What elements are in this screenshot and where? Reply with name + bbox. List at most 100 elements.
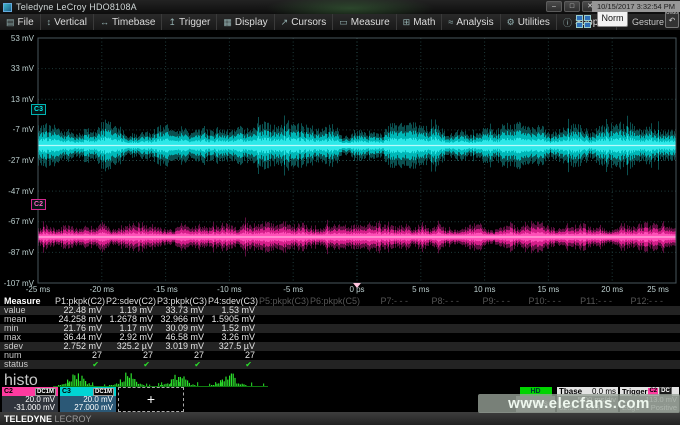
param-header[interactable]: P2:sdev(C2) [106, 296, 157, 306]
add-channel-button[interactable]: + [118, 387, 184, 412]
watermark: www.elecfans.com [478, 394, 680, 413]
y-tick-label: 33 mV [0, 64, 34, 73]
title-bar: Teledyne LeCroy HDO8108A – □ ✕ [0, 0, 680, 14]
menu-item-label: Measure [351, 17, 390, 28]
horizontal-arrows-icon: ↔ [100, 17, 109, 27]
y-tick-label: -47 mV [0, 187, 34, 196]
histogram-row: histo [0, 369, 680, 388]
x-tick-label: 25 ms [638, 285, 678, 294]
param-header: P10:- - - [514, 296, 565, 306]
x-tick-label: 10 ms [465, 285, 505, 294]
measure-table: MeasureP1:pkpk(C2)P2:sdev(C2)P3:pkpk(C3)… [0, 296, 680, 369]
x-tick-label: 15 ms [528, 285, 568, 294]
measure-cell: 27 [157, 351, 208, 360]
trigger-arrow-icon: ↥ [168, 17, 176, 28]
graticule [0, 31, 680, 296]
y-tick-label: -7 mV [0, 125, 34, 134]
window-title: Teledyne LeCroy HDO8108A [16, 2, 137, 12]
channel-c2-position-marker[interactable]: C2 [31, 199, 46, 210]
grid-layout-icon[interactable] [576, 15, 592, 29]
menu-item-timebase[interactable]: ↔Timebase [94, 14, 163, 30]
menu-item-utilities[interactable]: ⚙Utilities [501, 14, 557, 30]
measure-cell: 327.5 µV [208, 342, 259, 351]
x-tick-label: -10 ms [209, 285, 249, 294]
param-header[interactable]: P1:pkpk(C2) [55, 296, 106, 306]
measure-cell: 3.019 mV [157, 342, 208, 351]
measure-row-num: num27272727 [0, 351, 680, 360]
measure-histograms [50, 369, 280, 388]
status-bar: TELEDYNE LECROY [0, 412, 680, 425]
menu-item-measure[interactable]: ▭Measure [333, 14, 396, 30]
menu-item-trigger[interactable]: ↥Trigger [162, 14, 217, 30]
menu-item-cursors[interactable]: ↗Cursors [275, 14, 334, 30]
menu-item-label: Math [413, 17, 435, 28]
menu-item-analysis[interactable]: ≈Analysis [442, 14, 500, 30]
x-tick-label: 5 ms [401, 285, 441, 294]
measure-cell: 2.752 mV [55, 342, 106, 351]
measure-cell: 325.2 µV [106, 342, 157, 351]
x-tick-label: -25 ms [18, 285, 58, 294]
measure-cell: 22.48 mV [55, 306, 106, 315]
support-icon: ⓘ [563, 16, 572, 29]
measure-cell: 3.26 mV [208, 333, 259, 342]
param-header[interactable]: P4:sdev(C3) [208, 296, 259, 306]
maximize-button[interactable]: □ [564, 1, 580, 12]
measure-cell: 30.09 mV [157, 324, 208, 333]
measure-cell: 32.966 mV [157, 315, 208, 324]
channel-c2-descriptor[interactable]: C2 DC1M 20.0 mV -31.000 mV [2, 387, 58, 412]
measure-cell: 27 [55, 351, 106, 360]
oscilloscope-screen: Teledyne LeCroy HDO8108A – □ ✕ ▤File↕Ver… [0, 0, 680, 425]
measure-cell: 1.5905 mV [208, 315, 259, 324]
param-header: P9:- - - [463, 296, 514, 306]
y-tick-label: -87 mV [0, 248, 34, 257]
c2-label: C2 [4, 388, 13, 395]
menu-item-label: File [18, 17, 34, 28]
display-icon: ▦ [223, 17, 232, 28]
datetime-display: 10/15/2017 3:32:54 PM [592, 1, 680, 12]
measure-cell: 1.19 mV [106, 306, 157, 315]
measure-cell: 46.58 mV [157, 333, 208, 342]
measure-cell: 2.92 mV [106, 333, 157, 342]
menu-item-file[interactable]: ▤File [0, 14, 41, 30]
menu-item-vertical[interactable]: ↕Vertical [41, 14, 94, 30]
waveform-display[interactable] [0, 31, 680, 296]
menu-item-display[interactable]: ▦Display [217, 14, 274, 30]
measure-cell: 1.53 mV [208, 306, 259, 315]
brand-lecroy: LECROY [55, 414, 92, 424]
measure-icon: ▭ [339, 17, 348, 28]
status-check-icon: ✔ [55, 360, 106, 369]
c3-label: C3 [62, 388, 71, 395]
measure-cell: 1.17 mV [106, 324, 157, 333]
undo-icon: ↶ [666, 16, 678, 25]
measure-header-row: MeasureP1:pkpk(C2)P2:sdev(C2)P3:pkpk(C3)… [0, 296, 680, 306]
measure-row-mean: mean24.258 mV1.2678 mV32.966 mV1.5905 mV [0, 315, 680, 324]
channel-c3-position-marker[interactable]: C3 [31, 104, 46, 115]
trigger-time-marker[interactable] [353, 283, 361, 288]
vertical-arrows-icon: ↕ [47, 17, 52, 27]
c3-offset: 27.000 mV [63, 404, 113, 412]
y-tick-label: 53 mV [0, 34, 34, 43]
measure-cell: 33.73 mV [157, 306, 208, 315]
param-header[interactable]: P3:pkpk(C3) [157, 296, 208, 306]
y-tick-label: -27 mV [0, 156, 34, 165]
minimize-button[interactable]: – [546, 1, 562, 12]
measure-row-status: status✔✔✔✔ [0, 360, 680, 369]
utilities-icon: ⚙ [507, 17, 515, 28]
window-buttons: – □ ✕ [546, 1, 598, 12]
c2-offset: -31.000 mV [5, 404, 55, 412]
measure-row-min: min21.76 mV1.17 mV30.09 mV1.52 mV [0, 324, 680, 333]
channel-c3-descriptor[interactable]: C3 DC1M 20.0 mV 27.000 mV [60, 387, 116, 412]
menu-item-math[interactable]: ⊞Math [397, 14, 443, 30]
measure-cell: 27 [106, 351, 157, 360]
param-header: P5:pkpk(C3) [259, 296, 310, 306]
x-tick-label: 20 ms [592, 285, 632, 294]
measure-row-max: max36.44 mV2.92 mV46.58 mV3.26 mV [0, 333, 680, 342]
gesture-label[interactable]: Gesture [632, 17, 664, 27]
param-header: P7:- - - [361, 296, 412, 306]
measure-row-sdev: sdev2.752 mV325.2 µV3.019 mV327.5 µV [0, 342, 680, 351]
measure-cell: 24.258 mV [55, 315, 106, 324]
menu-item-label: Display [235, 17, 268, 28]
x-tick-label: -20 ms [82, 285, 122, 294]
param-header: P12:- - - [616, 296, 667, 306]
x-tick-label: -15 ms [146, 285, 186, 294]
